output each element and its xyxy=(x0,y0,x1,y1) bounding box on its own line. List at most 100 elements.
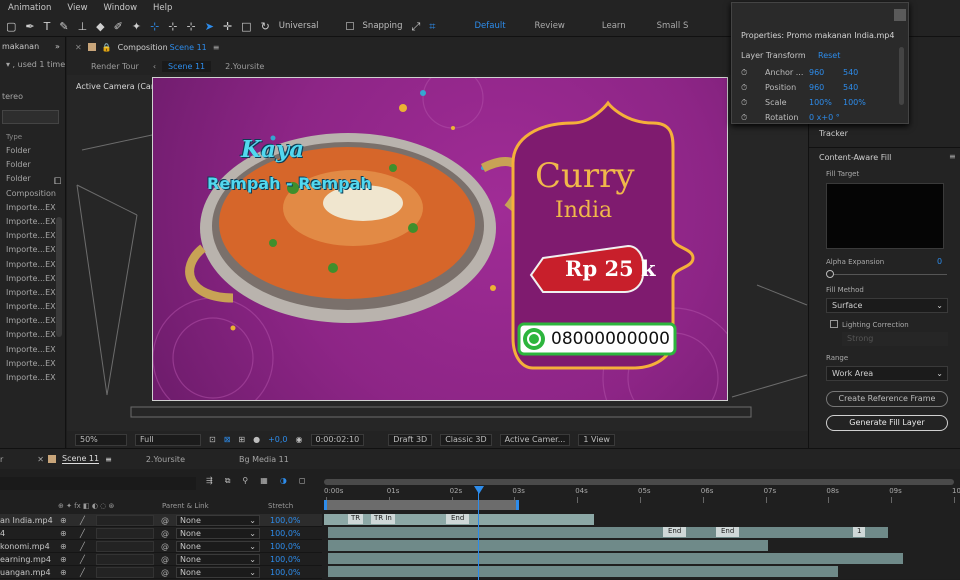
crumb-scene-11[interactable]: Scene 11 xyxy=(162,60,212,72)
timeline-tab-scene-11[interactable]: Scene 11 ≡ xyxy=(48,454,112,464)
color-icon[interactable]: ● xyxy=(253,435,260,444)
snapshot-icon[interactable]: ◉ xyxy=(296,435,303,444)
marker-end-3[interactable]: End xyxy=(716,527,740,537)
graph-editor-icon[interactable]: ◻ xyxy=(299,476,306,486)
puppet-pin-icon[interactable]: ✦ xyxy=(132,21,141,32)
range-select[interactable]: Work Area ⌄ xyxy=(826,366,948,381)
brush-tool-icon[interactable]: ✎ xyxy=(59,21,68,32)
crumb-back-icon[interactable]: ‹ xyxy=(153,62,156,71)
stopwatch-icon[interactable]: ⏱ xyxy=(741,95,765,110)
pick-whip-icon[interactable]: @ xyxy=(161,514,169,527)
parent-select[interactable]: None ⌄ xyxy=(176,554,260,565)
project-item-type[interactable]: Folder xyxy=(0,144,65,158)
snapping-checkbox[interactable] xyxy=(345,22,354,30)
caf-title[interactable]: Content-Aware Fill xyxy=(819,153,891,162)
work-area-range[interactable] xyxy=(324,500,519,510)
composition-tab-name[interactable]: Scene 11 xyxy=(170,43,207,52)
layer-name[interactable]: konomi.mp4 xyxy=(0,540,56,553)
alpha-slider-handle[interactable] xyxy=(826,270,834,278)
properties-scrollbar[interactable] xyxy=(899,47,904,105)
stretch-value[interactable]: 100,0% xyxy=(270,540,301,553)
tracker-tab[interactable]: Tracker xyxy=(819,129,848,138)
mask-visibility-icon[interactable]: ⊞ xyxy=(238,435,245,444)
parent-link-header[interactable]: Parent & Link xyxy=(162,502,209,510)
workspace-review[interactable]: Review xyxy=(535,21,565,31)
menu-help[interactable]: Help xyxy=(153,3,172,13)
create-reference-frame-button[interactable]: Create Reference Frame xyxy=(826,391,948,407)
composition-tab-label[interactable]: Composition xyxy=(118,43,168,52)
timeline-search-input[interactable] xyxy=(0,477,196,490)
frame-blending-icon[interactable]: ▦ xyxy=(260,476,268,486)
shy-switch-icon[interactable]: ⊕ xyxy=(60,553,67,566)
axis-mode-icon[interactable]: ⊹ xyxy=(150,21,159,32)
type-tool-icon[interactable]: T xyxy=(44,21,51,32)
lighting-checkbox[interactable] xyxy=(830,320,838,328)
project-item-type[interactable]: Folder xyxy=(0,158,65,172)
quality-switch-icon[interactable]: ╱ xyxy=(80,553,85,566)
property-value-2[interactable]: 100% xyxy=(843,95,866,110)
transform-reset-link[interactable]: Reset xyxy=(818,51,840,60)
timecode-display[interactable]: 0:00:02:10 xyxy=(310,433,365,446)
marker-tr-in[interactable]: TR In xyxy=(371,514,395,524)
shy-switch-icon[interactable]: ⊕ xyxy=(60,540,67,553)
layer-row[interactable]: an India.mp4 ⊕ ╱ @ None ⌄ 100,0% xyxy=(0,514,322,527)
layer-name[interactable]: uangan.mp4 xyxy=(0,566,56,579)
marker-tr[interactable]: TR xyxy=(348,514,364,524)
layer-row[interactable]: 4 ⊕ ╱ @ None ⌄ 100,0% xyxy=(0,527,322,540)
marker-end-1[interactable]: End xyxy=(446,514,470,524)
clone-stamp-icon[interactable]: ⊥ xyxy=(78,21,88,32)
view-layout-select[interactable]: 1 View xyxy=(578,433,615,446)
layer-bar-4[interactable] xyxy=(328,553,903,564)
property-value-1[interactable]: 960 xyxy=(809,80,843,95)
playhead-handle[interactable] xyxy=(474,486,484,494)
menu-animation[interactable]: Animation xyxy=(8,3,51,13)
project-item-type[interactable]: Importe...EX xyxy=(0,201,65,215)
shy-switch-icon[interactable]: ⊕ xyxy=(60,566,67,579)
stopwatch-icon[interactable]: ⏱ xyxy=(741,65,765,80)
hand-tool-icon[interactable]: ✛ xyxy=(223,21,232,32)
camera-select[interactable]: Active Camer... xyxy=(499,433,571,446)
menu-window[interactable]: Window xyxy=(104,3,138,13)
property-value-2[interactable]: 540 xyxy=(843,80,858,95)
project-tab[interactable]: makanan» xyxy=(0,37,65,56)
snap-grid-icon[interactable]: ⌗ xyxy=(429,21,435,32)
property-value-1[interactable]: 100% xyxy=(809,95,843,110)
pick-whip-icon[interactable]: @ xyxy=(161,527,169,540)
transparency-grid-icon[interactable]: ⊠ xyxy=(224,435,231,444)
fill-method-select[interactable]: Surface ⌄ xyxy=(826,298,948,313)
project-type-header[interactable]: Type xyxy=(0,130,65,144)
stretch-value[interactable]: 100,0% xyxy=(270,514,301,527)
parent-select[interactable]: None ⌄ xyxy=(176,541,260,552)
menu-view[interactable]: View xyxy=(67,3,87,13)
project-item-type[interactable]: Importe...EX xyxy=(0,357,65,371)
layer-name[interactable]: 4 xyxy=(0,527,56,540)
tab-close-icon[interactable]: ✕ xyxy=(75,43,82,52)
parent-select[interactable]: None ⌄ xyxy=(176,515,260,526)
work-area-bar[interactable] xyxy=(324,479,954,485)
lock-icon[interactable]: 🔒 xyxy=(102,43,112,52)
crumb-yoursite[interactable]: 2.Yoursite xyxy=(225,62,264,71)
pick-whip-icon[interactable]: @ xyxy=(161,553,169,566)
timeline-tab-yoursite[interactable]: 2.Yoursite xyxy=(146,455,185,464)
project-item-type[interactable]: Composition xyxy=(0,187,65,201)
motion-blur-icon[interactable]: ◑ xyxy=(280,476,287,486)
layer-row[interactable]: uangan.mp4 ⊕ ╱ @ None ⌄ 100,0% xyxy=(0,566,322,579)
alpha-slider-track[interactable] xyxy=(829,274,947,275)
workspace-learn[interactable]: Learn xyxy=(602,21,626,31)
view-axis-icon[interactable]: ⊹ xyxy=(187,21,196,32)
eraser-icon[interactable]: ◆ xyxy=(96,21,104,32)
hide-shy-icon[interactable]: ⚲ xyxy=(242,476,248,486)
layer-row[interactable]: konomi.mp4 ⊕ ╱ @ None ⌄ 100,0% xyxy=(0,540,322,553)
shy-switch-icon[interactable]: ⊕ xyxy=(60,527,67,540)
properties-close-button[interactable] xyxy=(894,9,906,21)
property-value-1[interactable]: 960 xyxy=(809,65,843,80)
magnification-select[interactable]: 50% xyxy=(75,433,127,446)
renderer-select[interactable]: Classic 3D xyxy=(440,433,492,446)
layer-bar-3[interactable] xyxy=(328,540,768,551)
parent-select[interactable]: None ⌄ xyxy=(176,567,260,578)
crumb-render-tour[interactable]: Render Tour xyxy=(91,62,139,71)
flowchart-icon[interactable]: ⧠ xyxy=(54,177,61,187)
quality-switch-icon[interactable]: ╱ xyxy=(80,527,85,540)
tab-close-icon[interactable]: ✕ xyxy=(37,455,44,464)
stopwatch-icon[interactable]: ⏱ xyxy=(741,110,765,125)
